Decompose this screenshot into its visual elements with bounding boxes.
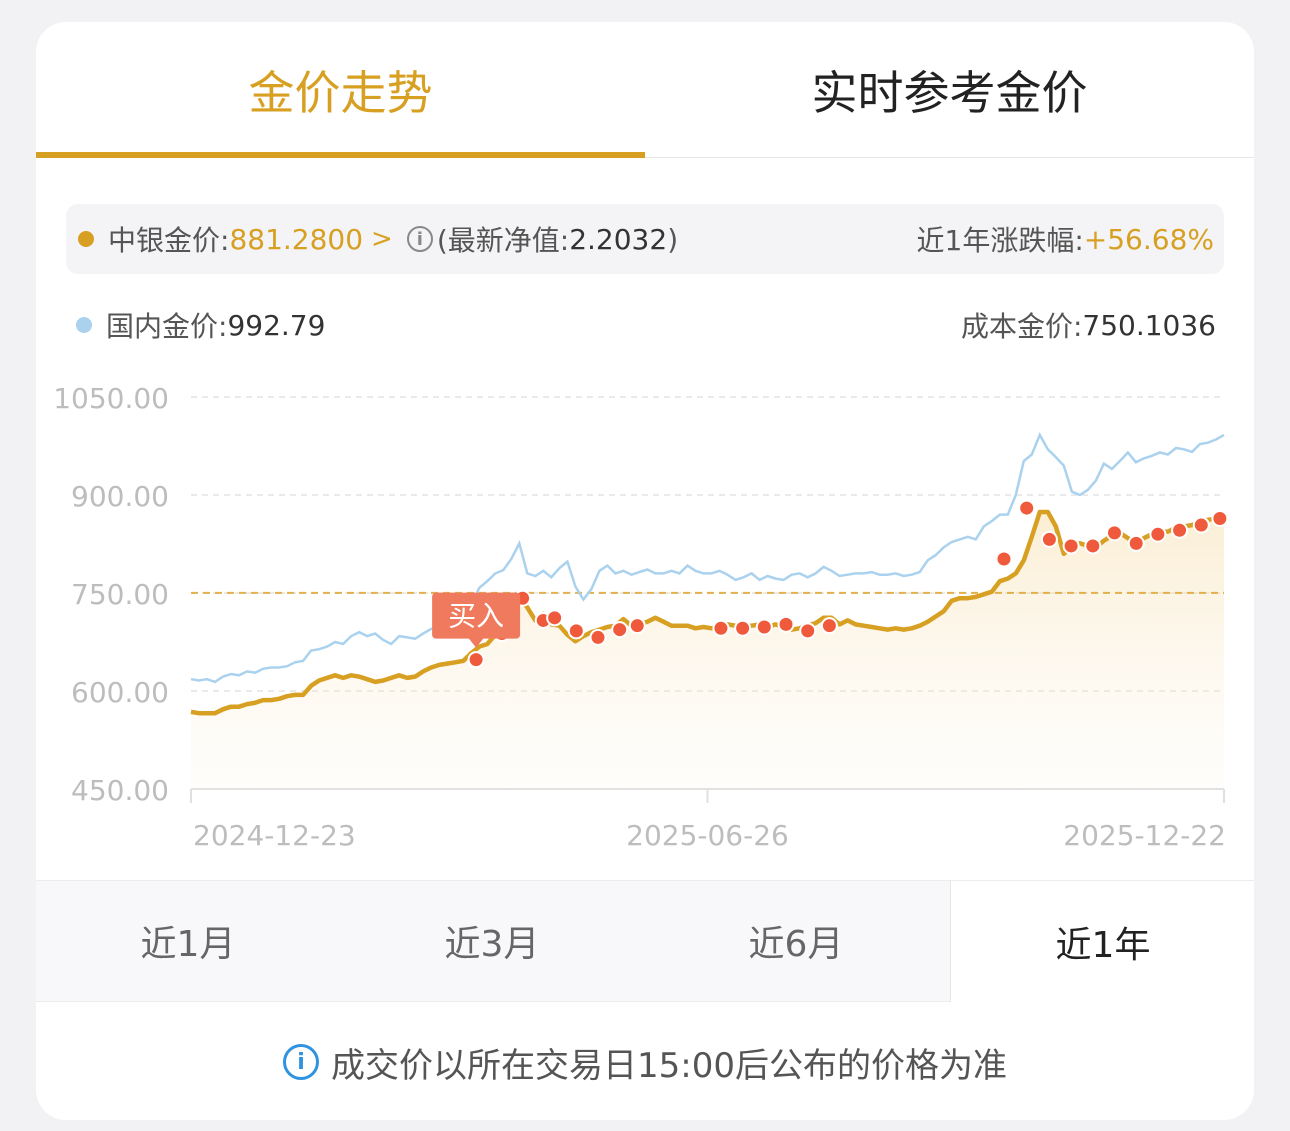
buy-marker [712,619,730,637]
tab-realtime-price[interactable]: 实时参考金价 [645,22,1254,157]
buy-marker [589,628,607,646]
period-3-months[interactable]: 近3月 [340,881,644,1001]
change-value: +56.68% [1083,222,1214,256]
domestic-label: 国内金价: [106,310,228,343]
chevron-right-icon[interactable]: > [371,224,393,254]
buy-marker [820,617,838,635]
bank-price-bar: 中银金价: 881.2800 > i (最新净值: 2.2032 ) 近1年涨跌… [66,204,1224,274]
period-1-year[interactable]: 近1年 [950,881,1254,1002]
nav-value: 2.2032 [569,222,668,256]
buy-tag-label: 买入 [448,600,504,633]
buy-marker [1040,530,1058,548]
buy-marker [1084,537,1102,555]
period-1-month[interactable]: 近1月 [36,881,340,1001]
x-tick-label: 2025-06-26 [626,819,789,852]
domestic-value: 992.79 [227,308,326,342]
buy-marker [567,622,585,640]
buy-marker [777,615,795,633]
y-tick-label: 1050.00 [53,382,169,415]
nav-label: (最新净值: [436,224,570,257]
buy-marker [734,619,752,637]
bank-gold-label: 中银金价: [108,224,230,257]
bank-gold-legend-dot [78,231,94,247]
y-tick-label: 750.00 [71,578,169,611]
buy-marker [1211,510,1229,528]
period-6-months[interactable]: 近6月 [644,881,948,1001]
domestic-price-row: 国内金价: 992.79 成本金价: 750.1036 [76,300,1216,350]
footer-text: 成交价以所在交易日15:00后公布的价格为准 [331,1045,1007,1086]
active-tab-indicator [36,152,645,158]
buy-marker [1149,525,1167,543]
buy-marker [1062,537,1080,555]
buy-marker [1018,499,1036,517]
nav-close: ) [667,222,679,256]
footer-note: i 成交价以所在交易日15:00后公布的价格为准 [36,1032,1254,1092]
buy-marker [1106,524,1124,542]
cost-label: 成本金价: [960,310,1083,343]
cost-value: 750.1036 [1082,308,1216,342]
gold-price-chart[interactable]: 1050.00 900.00 750.00 600.00 450.00 2024-12-2… [36,372,1254,872]
gold-price-card: 金价走势 实时参考金价 中银金价: 881.2800 > i (最新净值: 2.… [36,22,1254,1120]
buy-marker [1171,521,1189,539]
buy-marker [1127,534,1145,552]
buy-marker [628,617,646,635]
buy-marker [995,550,1013,568]
buy-marker [611,621,629,639]
buy-marker [467,651,485,669]
domestic-legend-dot [76,317,92,333]
x-tick-label: 2025-12-22 [1063,819,1226,852]
buy-marker [799,622,817,640]
y-tick-label: 600.00 [71,676,169,709]
y-tick-label: 900.00 [71,480,169,513]
x-tick-label: 2024-12-23 [193,819,356,852]
buy-marker [755,618,773,636]
bank-gold-value[interactable]: 881.2800 [229,223,363,256]
info-icon[interactable]: i [406,226,433,252]
change-label: 近1年涨跌幅: [916,224,1084,257]
tab-gold-trend[interactable]: 金价走势 [36,22,645,157]
tab-bar: 金价走势 实时参考金价 [36,22,1254,158]
period-selector: 近1月 近3月 近6月 近1年 [36,880,1254,1002]
y-tick-label: 450.00 [71,774,169,807]
info-icon: i [283,1044,319,1080]
buy-marker [546,609,564,627]
buy-marker [1192,516,1210,534]
